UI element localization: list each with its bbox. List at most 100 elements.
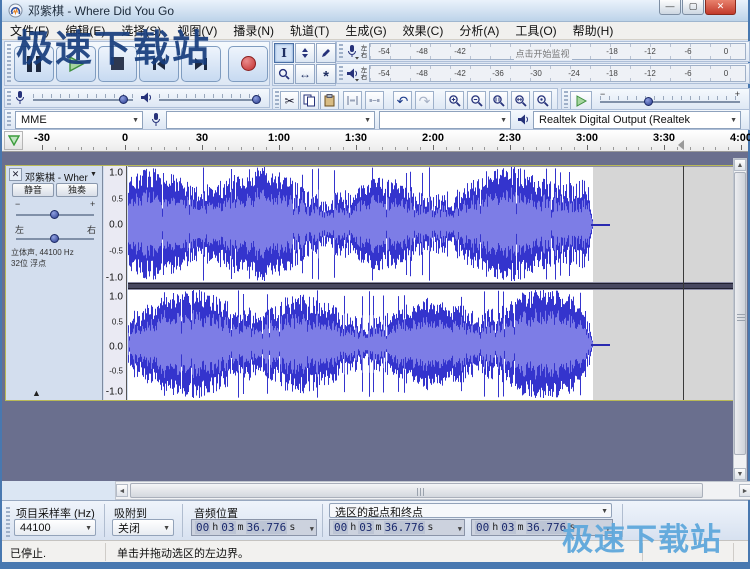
menu-tracks[interactable]: 轨道(T) bbox=[282, 22, 337, 40]
playback-volume-thumb[interactable] bbox=[252, 95, 261, 104]
undo-button[interactable]: ↶ bbox=[393, 91, 412, 110]
play-at-speed-button[interactable] bbox=[570, 91, 592, 110]
menu-generate[interactable]: 生成(G) bbox=[337, 22, 394, 40]
recording-meter-toolbar[interactable]: 左右 -54 -48 -42 点击开始监视 -18 -12 -6 0 bbox=[336, 41, 750, 62]
project-rate-dropdown[interactable]: 44100 ▼ bbox=[14, 519, 96, 536]
toolbar-grip[interactable] bbox=[339, 66, 343, 81]
vruler-label: 0.5 bbox=[111, 194, 123, 204]
mute-button[interactable]: 静音 bbox=[12, 183, 54, 197]
track-name[interactable]: 邓紫棋 - Wher bbox=[25, 169, 89, 184]
maximize-button[interactable]: ▢ bbox=[682, 0, 704, 15]
waveform-area[interactable] bbox=[128, 166, 737, 400]
copy-button[interactable] bbox=[300, 91, 319, 110]
playback-meter-toolbar[interactable]: 左右 -54 -48 -42 -36 -30 -24 -18 -12 -6 0 bbox=[336, 63, 750, 84]
redo-button[interactable]: ↷ bbox=[415, 91, 434, 110]
menu-effect[interactable]: 效果(C) bbox=[395, 22, 452, 40]
multi-tool-button[interactable]: * bbox=[316, 64, 336, 84]
pan-slider[interactable] bbox=[16, 231, 94, 245]
track-area[interactable]: ✕ 邓紫棋 - Wher ▼ 静音 独奏 − + 左 右 立体声, 44100 … bbox=[2, 152, 750, 562]
timeshift-tool-button[interactable]: ↔ bbox=[295, 64, 315, 84]
watermark-top: 极速下载站 bbox=[16, 28, 211, 69]
toolbar-grip[interactable] bbox=[564, 91, 568, 108]
audio-position-field[interactable]: 00 h 03 m 36.776 s ▼ bbox=[191, 519, 317, 536]
toolbar-grip[interactable] bbox=[275, 91, 279, 108]
gain-slider-thumb[interactable] bbox=[50, 210, 59, 219]
selection-tool-button[interactable]: I bbox=[274, 43, 294, 63]
audio-host-dropdown[interactable]: MME ▼ bbox=[15, 111, 143, 129]
solo-button[interactable]: 独奏 bbox=[56, 183, 98, 197]
playback-device-dropdown[interactable]: Realtek Digital Output (Realtek ▼ bbox=[533, 111, 741, 129]
meter-scale-label: -18 bbox=[606, 69, 618, 78]
pan-slider-thumb[interactable] bbox=[50, 234, 59, 243]
scroll-left-button[interactable]: ◄ bbox=[116, 484, 128, 497]
scroll-down-button[interactable]: ▼ bbox=[734, 468, 746, 480]
toolbar-grip[interactable] bbox=[7, 44, 11, 83]
zoom-toggle-icon bbox=[537, 95, 549, 107]
toolbar-grip[interactable] bbox=[339, 44, 343, 59]
recording-meter[interactable]: -54 -48 -42 点击开始监视 -18 -12 -6 0 bbox=[369, 43, 746, 60]
timeline-label: 4:00 bbox=[729, 132, 750, 144]
envelope-tool-button[interactable] bbox=[295, 43, 315, 63]
menu-tools[interactable]: 工具(O) bbox=[507, 22, 564, 40]
vertical-scrollbar[interactable]: ▲ ▼ bbox=[733, 158, 747, 481]
recording-device-dropdown[interactable]: ▼ bbox=[166, 111, 375, 129]
toolbar-grip[interactable] bbox=[7, 112, 11, 127]
selection-start-field[interactable]: 00 h 03 m 36.776 s ▼ bbox=[329, 519, 465, 536]
paste-button[interactable] bbox=[320, 91, 339, 110]
zoom-out-icon bbox=[471, 95, 483, 107]
minimize-button[interactable]: — bbox=[659, 0, 681, 15]
zoom-tool-button[interactable] bbox=[274, 64, 294, 84]
trim-audio-button[interactable] bbox=[343, 91, 362, 110]
zoom-in-button[interactable] bbox=[445, 91, 464, 110]
silence-audio-button[interactable] bbox=[365, 91, 384, 110]
record-button[interactable] bbox=[228, 45, 269, 82]
waveform-right bbox=[128, 290, 593, 398]
snap-to-dropdown[interactable]: 关闭 ▼ bbox=[112, 519, 174, 536]
timeline-pin-button[interactable] bbox=[4, 131, 23, 150]
waveform-channel-right[interactable] bbox=[128, 289, 737, 400]
track-close-button[interactable]: ✕ bbox=[9, 168, 22, 181]
gain-slider[interactable] bbox=[16, 207, 94, 221]
menu-transport[interactable]: 播录(N) bbox=[225, 22, 282, 40]
horizontal-scrollbar[interactable]: ◄ ► bbox=[115, 481, 750, 500]
record-icon bbox=[240, 56, 256, 71]
timeline-label: 2:30 bbox=[498, 132, 522, 144]
toolbar-grip[interactable] bbox=[7, 91, 11, 105]
audacity-logo-icon bbox=[8, 3, 23, 18]
waveform-channel-left[interactable] bbox=[128, 166, 737, 283]
zoom-out-button[interactable] bbox=[467, 91, 486, 110]
zoom-fit-project-button[interactable] bbox=[511, 91, 530, 110]
magnifier-icon bbox=[278, 68, 290, 80]
close-button[interactable]: ✕ bbox=[705, 0, 736, 15]
draw-tool-button[interactable] bbox=[316, 43, 336, 63]
meter-scale-label: -24 bbox=[568, 69, 580, 78]
menu-help[interactable]: 帮助(H) bbox=[565, 22, 622, 40]
playback-meter[interactable]: -54 -48 -42 -36 -30 -24 -18 -12 -6 0 bbox=[369, 65, 746, 82]
zoom-in-icon bbox=[449, 95, 461, 107]
vertical-ruler[interactable]: 1.0 0.5 0.0 -0.5 -1.0 1.0 0.5 0.0 -0.5 -… bbox=[104, 166, 127, 400]
playback-volume-slider[interactable] bbox=[159, 91, 261, 105]
recording-channels-dropdown[interactable]: ▼ bbox=[379, 111, 511, 129]
scroll-right-button[interactable]: ► bbox=[739, 484, 750, 497]
zoom-toggle-button[interactable] bbox=[533, 91, 552, 110]
waveform-left bbox=[128, 167, 593, 281]
cut-button[interactable]: ✂ bbox=[280, 91, 299, 110]
playback-speed-thumb[interactable] bbox=[644, 97, 653, 106]
play-meter-left-label: 左 bbox=[360, 66, 368, 74]
zoom-selection-button[interactable] bbox=[489, 91, 508, 110]
track-control-panel[interactable]: ✕ 邓紫棋 - Wher ▼ 静音 独奏 − + 左 右 立体声, 44100 … bbox=[6, 166, 103, 400]
audio-track[interactable]: ✕ 邓紫棋 - Wher ▼ 静音 独奏 − + 左 右 立体声, 44100 … bbox=[5, 165, 737, 401]
timeline-label: -30 bbox=[34, 132, 50, 144]
timeline-ruler[interactable]: -30 0 30 1:00 1:30 2:00 2:30 3:00 3:30 4… bbox=[2, 130, 750, 152]
menu-analyze[interactable]: 分析(A) bbox=[451, 22, 507, 40]
track-collapse-button[interactable]: ▲ bbox=[32, 388, 41, 398]
playback-speed-slider[interactable]: − + bbox=[600, 89, 740, 107]
monitor-hint-text[interactable]: 点击开始监视 bbox=[513, 47, 572, 60]
toolbar-grip[interactable] bbox=[6, 507, 10, 539]
recording-volume-slider[interactable] bbox=[33, 91, 133, 105]
meter-scale-label: -42 bbox=[454, 69, 466, 78]
horizontal-scrollbar-thumb[interactable] bbox=[130, 483, 703, 498]
vertical-scrollbar-thumb[interactable] bbox=[734, 172, 746, 455]
scroll-up-button[interactable]: ▲ bbox=[734, 159, 746, 171]
recording-volume-thumb[interactable] bbox=[119, 95, 128, 104]
